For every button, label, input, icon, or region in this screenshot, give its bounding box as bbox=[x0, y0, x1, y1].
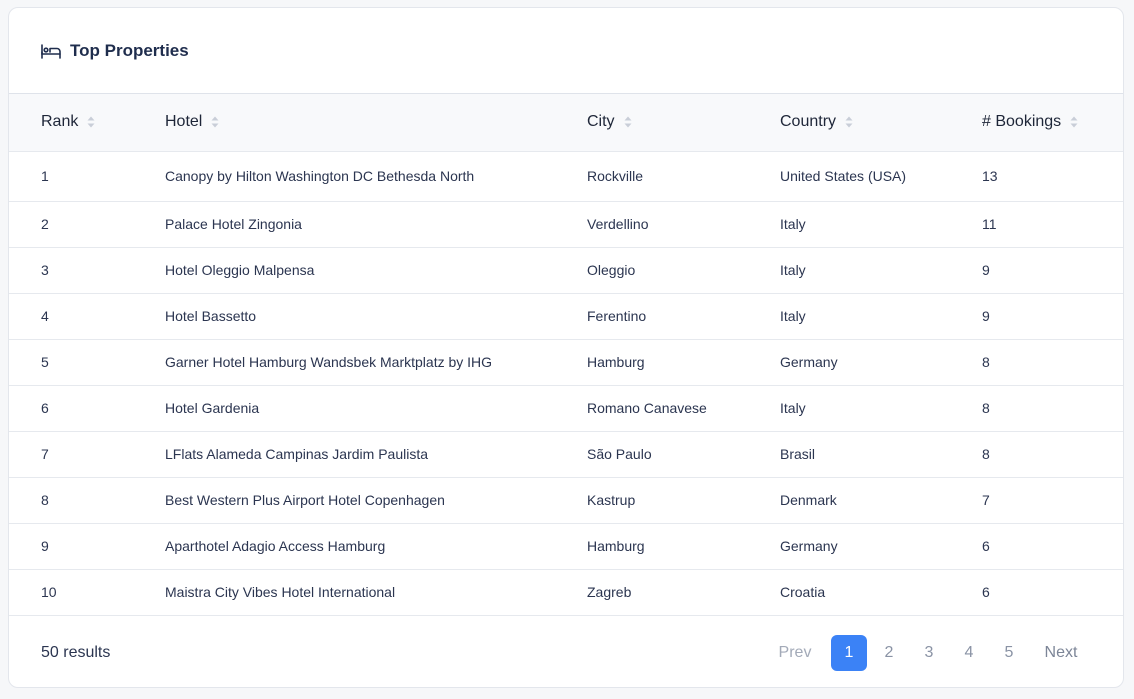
prev-page-button[interactable]: Prev bbox=[777, 635, 813, 671]
cell-country: Italy bbox=[780, 293, 982, 340]
column-label: Hotel bbox=[165, 113, 203, 131]
table-row: 3 Hotel Oleggio Malpensa Oleggio Italy 9 bbox=[9, 247, 1123, 294]
cell-rank: 5 bbox=[9, 339, 165, 386]
cell-rank: 8 bbox=[9, 477, 165, 524]
cell-rank: 3 bbox=[9, 247, 165, 294]
cell-hotel: Hotel Oleggio Malpensa bbox=[165, 247, 587, 294]
cell-rank: 10 bbox=[9, 569, 165, 616]
cell-bookings: 6 bbox=[982, 523, 1123, 570]
cell-hotel: Canopy by Hilton Washington DC Bethesda … bbox=[165, 151, 587, 202]
table-header-row: Rank Hotel City Country # Bookings bbox=[9, 94, 1123, 152]
cell-city: São Paulo bbox=[587, 431, 780, 478]
cell-rank: 4 bbox=[9, 293, 165, 340]
sort-icon[interactable] bbox=[211, 116, 219, 128]
cell-hotel: Maistra City Vibes Hotel International bbox=[165, 569, 587, 616]
cell-bookings: 13 bbox=[982, 151, 1123, 202]
cell-bookings: 9 bbox=[982, 247, 1123, 294]
column-header-hotel[interactable]: Hotel bbox=[165, 94, 587, 152]
table-row: 4 Hotel Bassetto Ferentino Italy 9 bbox=[9, 293, 1123, 340]
sort-icon[interactable] bbox=[845, 116, 853, 128]
column-label: Rank bbox=[41, 113, 79, 131]
sort-icon[interactable] bbox=[1070, 116, 1078, 128]
cell-hotel: LFlats Alameda Campinas Jardim Paulista bbox=[165, 431, 587, 478]
column-label: # Bookings bbox=[982, 113, 1062, 131]
cell-rank: 6 bbox=[9, 385, 165, 432]
cell-country: Brasil bbox=[780, 431, 982, 478]
column-label: Country bbox=[780, 113, 837, 131]
cell-city: Hamburg bbox=[587, 339, 780, 386]
cell-country: Italy bbox=[780, 201, 982, 248]
cell-hotel: Hotel Bassetto bbox=[165, 293, 587, 340]
column-label: City bbox=[587, 113, 615, 131]
results-count: 50 results bbox=[41, 643, 111, 661]
column-header-city[interactable]: City bbox=[587, 94, 780, 152]
cell-bookings: 8 bbox=[982, 385, 1123, 432]
cell-country: Croatia bbox=[780, 569, 982, 616]
cell-rank: 9 bbox=[9, 523, 165, 570]
cell-bookings: 8 bbox=[982, 339, 1123, 386]
cell-country: United States (USA) bbox=[780, 151, 982, 202]
cell-rank: 2 bbox=[9, 201, 165, 248]
next-page-button[interactable]: Next bbox=[1043, 635, 1079, 671]
cell-city: Romano Canavese bbox=[587, 385, 780, 432]
properties-table: Rank Hotel City Country # Bookings 1 Can… bbox=[9, 94, 1123, 616]
cell-hotel: Best Western Plus Airport Hotel Copenhag… bbox=[165, 477, 587, 524]
cell-country: Germany bbox=[780, 523, 982, 570]
cell-bookings: 8 bbox=[982, 431, 1123, 478]
top-properties-card: Top Properties Rank Hotel City Country #… bbox=[8, 7, 1124, 688]
table-row: 5 Garner Hotel Hamburg Wandsbek Marktpla… bbox=[9, 339, 1123, 386]
cell-city: Ferentino bbox=[587, 293, 780, 340]
table-row: 1 Canopy by Hilton Washington DC Bethesd… bbox=[9, 151, 1123, 202]
page-button-1[interactable]: 1 bbox=[831, 634, 867, 671]
table-row: 9 Aparthotel Adagio Access Hamburg Hambu… bbox=[9, 523, 1123, 570]
cell-city: Verdellino bbox=[587, 201, 780, 248]
cell-city: Hamburg bbox=[587, 523, 780, 570]
cell-rank: 1 bbox=[9, 151, 165, 202]
cell-country: Italy bbox=[780, 247, 982, 294]
cell-bookings: 9 bbox=[982, 293, 1123, 340]
page-button-5[interactable]: 5 bbox=[991, 635, 1027, 671]
page-button-2[interactable]: 2 bbox=[871, 635, 907, 671]
pagination: Prev 1 2 3 4 5 Next bbox=[777, 634, 1079, 671]
cell-rank: 7 bbox=[9, 431, 165, 478]
cell-city: Zagreb bbox=[587, 569, 780, 616]
cell-country: Denmark bbox=[780, 477, 982, 524]
card-footer: 50 results Prev 1 2 3 4 5 Next bbox=[9, 618, 1123, 687]
card-header: Top Properties bbox=[9, 8, 1123, 94]
cell-bookings: 7 bbox=[982, 477, 1123, 524]
cell-hotel: Aparthotel Adagio Access Hamburg bbox=[165, 523, 587, 570]
cell-city: Oleggio bbox=[587, 247, 780, 294]
table-row: 10 Maistra City Vibes Hotel Internationa… bbox=[9, 569, 1123, 616]
cell-hotel: Hotel Gardenia bbox=[165, 385, 587, 432]
cell-bookings: 11 bbox=[982, 201, 1123, 248]
sort-icon[interactable] bbox=[87, 116, 95, 128]
table-row: 2 Palace Hotel Zingonia Verdellino Italy… bbox=[9, 201, 1123, 248]
table-row: 6 Hotel Gardenia Romano Canavese Italy 8 bbox=[9, 385, 1123, 432]
column-header-country[interactable]: Country bbox=[780, 94, 982, 152]
cell-city: Kastrup bbox=[587, 477, 780, 524]
cell-country: Germany bbox=[780, 339, 982, 386]
bed-icon bbox=[40, 42, 62, 60]
cell-city: Rockville bbox=[587, 151, 780, 202]
sort-icon[interactable] bbox=[624, 116, 632, 128]
cell-hotel: Garner Hotel Hamburg Wandsbek Marktplatz… bbox=[165, 339, 587, 386]
page-button-3[interactable]: 3 bbox=[911, 635, 947, 671]
cell-bookings: 6 bbox=[982, 569, 1123, 616]
page-button-4[interactable]: 4 bbox=[951, 635, 987, 671]
column-header-rank[interactable]: Rank bbox=[9, 94, 165, 152]
cell-hotel: Palace Hotel Zingonia bbox=[165, 201, 587, 248]
table-row: 8 Best Western Plus Airport Hotel Copenh… bbox=[9, 477, 1123, 524]
table-row: 7 LFlats Alameda Campinas Jardim Paulist… bbox=[9, 431, 1123, 478]
cell-country: Italy bbox=[780, 385, 982, 432]
card-title: Top Properties bbox=[70, 40, 189, 60]
column-header-bookings[interactable]: # Bookings bbox=[982, 94, 1123, 152]
